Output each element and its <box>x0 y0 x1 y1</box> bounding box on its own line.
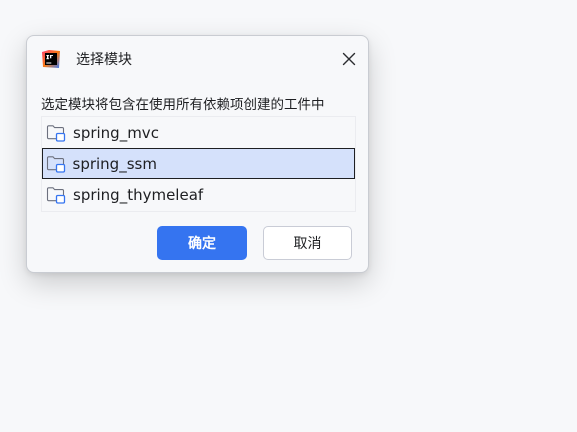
module-label: spring_mvc <box>73 123 159 142</box>
intellij-idea-icon <box>42 50 60 68</box>
dialog-title: 选择模块 <box>76 52 132 68</box>
cancel-button[interactable]: 取消 <box>263 226 352 260</box>
module-label: spring_thymeleaf <box>73 185 204 204</box>
module-list[interactable]: spring_mvc spring_ssm spring_thymeleaf <box>41 116 356 212</box>
module-folder-icon <box>46 155 65 173</box>
module-item-spring-mvc[interactable]: spring_mvc <box>42 117 355 148</box>
module-folder-icon <box>46 124 66 142</box>
module-folder-icon <box>46 186 66 204</box>
dialog-titlebar: 选择模块 <box>27 36 368 84</box>
module-item-spring-ssm[interactable]: spring_ssm <box>42 148 355 179</box>
instruction-text: 选定模块将包含在使用所有依赖项创建的工件中 <box>41 97 325 113</box>
module-item-spring-thymeleaf[interactable]: spring_thymeleaf <box>42 179 355 210</box>
close-button[interactable] <box>338 48 360 70</box>
close-icon <box>342 52 356 66</box>
select-module-dialog: 选择模块 选定模块将包含在使用所有依赖项创建的工件中 spring_mvc sp… <box>26 35 369 273</box>
ok-button[interactable]: 确定 <box>157 226 247 260</box>
module-label: spring_ssm <box>72 154 157 173</box>
